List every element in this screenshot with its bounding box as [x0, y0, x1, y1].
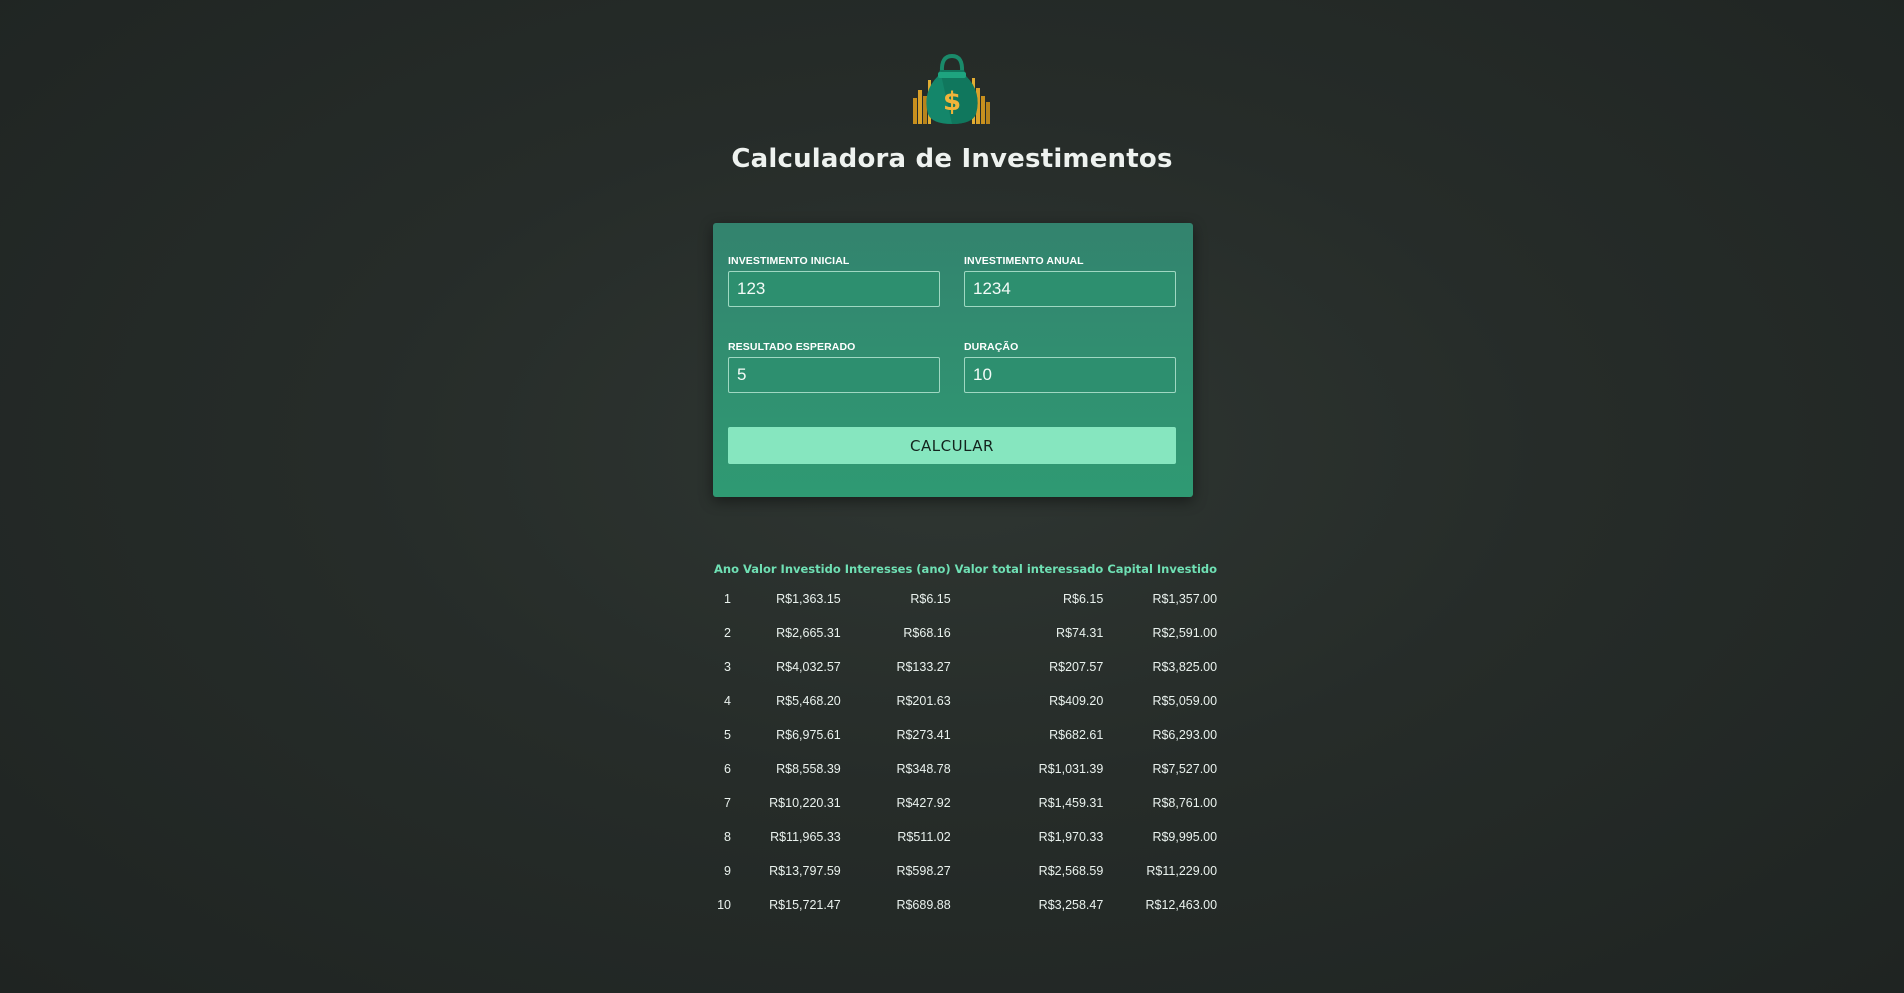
- cell-total-interest: R$682.61: [1049, 728, 1104, 742]
- table-row: 9 R$13,797.59 R$598.27 R$2,568.59 R$11,229.0…: [712, 854, 1219, 888]
- cell-invested-value: R$5,468.20: [776, 694, 841, 708]
- table-row: 3 R$4,032.57 R$133.27 R$207.57 R$3,825.00: [712, 650, 1219, 684]
- table-row: 6 R$8,558.39 R$348.78 R$1,031.39 R$7,527.00: [712, 752, 1219, 786]
- initial-investment-label: INVESTIMENTO INICIAL: [728, 255, 850, 267]
- duration-field: DURAÇÃO: [964, 341, 1176, 393]
- page-title: Calculadora de Investimentos: [731, 144, 1173, 174]
- cell-annual-interest: R$598.27: [896, 864, 951, 878]
- cell-year: 7: [724, 796, 731, 810]
- cell-total-interest: R$207.57: [1049, 660, 1104, 674]
- cell-invested-value: R$10,220.31: [769, 796, 841, 810]
- cell-invested-capital: R$11,229.00: [1146, 864, 1218, 878]
- header-year: Ano: [714, 562, 739, 576]
- cell-invested-capital: R$2,591.00: [1152, 626, 1218, 640]
- expected-result-field: RESULTADO ESPERADO: [728, 341, 940, 393]
- cell-annual-interest: R$511.02: [897, 830, 951, 844]
- cell-invested-capital: R$8,761.00: [1152, 796, 1218, 810]
- expected-result-input[interactable]: [728, 357, 940, 393]
- cell-invested-capital: R$12,463.00: [1145, 898, 1218, 912]
- cell-total-interest: R$409.20: [1049, 694, 1104, 708]
- initial-investment-field: INVESTIMENTO INICIAL: [728, 255, 940, 307]
- investment-form: INVESTIMENTO INICIAL INVESTIMENTO ANUAL …: [713, 223, 1193, 497]
- cell-year: 8: [724, 830, 731, 844]
- cell-annual-interest: R$689.88: [896, 898, 951, 912]
- cell-total-interest: R$2,568.59: [1038, 864, 1104, 878]
- cell-invested-value: R$8,558.39: [776, 762, 841, 776]
- cell-annual-interest: R$273.41: [896, 728, 951, 742]
- cell-year: 3: [724, 660, 731, 674]
- duration-input[interactable]: [964, 357, 1176, 393]
- results-table: Ano Valor Investido Interesses (ano) Val…: [712, 556, 1219, 922]
- cell-total-interest: R$6.15: [1063, 592, 1104, 606]
- cell-year: 6: [724, 762, 731, 776]
- header-invested-value: Valor Investido: [743, 562, 841, 576]
- cell-invested-value: R$2,665.31: [776, 626, 841, 640]
- table-row: 4 R$5,468.20 R$201.63 R$409.20 R$5,059.00: [712, 684, 1219, 718]
- annual-investment-label: INVESTIMENTO ANUAL: [964, 255, 1084, 267]
- table-row: 8 R$11,965.33 R$511.02 R$1,970.33 R$9,995.00: [712, 820, 1219, 854]
- cell-annual-interest: R$427.92: [896, 796, 951, 810]
- cell-total-interest: R$1,031.39: [1038, 762, 1104, 776]
- cell-annual-interest: R$68.16: [903, 626, 951, 640]
- cell-invested-value: R$1,363.15: [776, 592, 841, 606]
- header-annual-interest: Interesses (ano): [844, 562, 951, 576]
- cell-total-interest: R$1,970.33: [1038, 830, 1104, 844]
- cell-year: 2: [724, 626, 731, 640]
- duration-label: DURAÇÃO: [964, 341, 1019, 353]
- cell-invested-value: R$15,721.47: [769, 898, 841, 912]
- cell-year: 1: [724, 592, 731, 606]
- cell-invested-value: R$13,797.59: [769, 864, 841, 878]
- header-invested-capital: Capital Investido: [1107, 562, 1218, 576]
- cell-year: 5: [724, 728, 731, 742]
- annual-investment-field: INVESTIMENTO ANUAL: [964, 255, 1176, 307]
- expected-result-label: RESULTADO ESPERADO: [728, 341, 856, 353]
- cell-invested-capital: R$6,293.00: [1152, 728, 1218, 742]
- header-total-interest: Valor total interessado: [954, 562, 1104, 576]
- cell-invested-capital: R$9,995.00: [1152, 830, 1218, 844]
- svg-text:$: $: [943, 87, 961, 117]
- cell-invested-value: R$4,032.57: [776, 660, 841, 674]
- calculate-button[interactable]: CALCULAR: [728, 427, 1176, 464]
- cell-annual-interest: R$6.15: [910, 592, 951, 606]
- cell-total-interest: R$3,258.47: [1038, 898, 1104, 912]
- cell-invested-value: R$6,975.61: [776, 728, 841, 742]
- money-bag-dollar-icon: $: [910, 52, 994, 126]
- cell-year: 9: [724, 864, 731, 878]
- cell-year: 4: [724, 694, 731, 708]
- initial-investment-input[interactable]: [728, 271, 940, 307]
- cell-invested-capital: R$7,527.00: [1152, 762, 1218, 776]
- table-row: 1 R$1,363.15 R$6.15 R$6.15 R$1,357.00: [712, 582, 1219, 616]
- table-row: 10 R$15,721.47 R$689.88 R$3,258.47 R$12,463.…: [712, 888, 1219, 922]
- cell-invested-capital: R$1,357.00: [1152, 592, 1218, 606]
- table-row: 7 R$10,220.31 R$427.92 R$1,459.31 R$8,761.00: [712, 786, 1219, 820]
- cell-invested-capital: R$3,825.00: [1152, 660, 1218, 674]
- cell-annual-interest: R$201.63: [896, 694, 951, 708]
- table-row: 5 R$6,975.61 R$273.41 R$682.61 R$6,293.00: [712, 718, 1219, 752]
- table-row: 2 R$2,665.31 R$68.16 R$74.31 R$2,591.00: [712, 616, 1219, 650]
- cell-annual-interest: R$348.78: [896, 762, 951, 776]
- table-body: 1 R$1,363.15 R$6.15 R$6.15 R$1,357.00 2 R$2,66…: [712, 582, 1219, 922]
- cell-invested-capital: R$5,059.00: [1152, 694, 1218, 708]
- cell-annual-interest: R$133.27: [896, 660, 951, 674]
- cell-invested-value: R$11,965.33: [770, 830, 841, 844]
- cell-total-interest: R$74.31: [1056, 626, 1104, 640]
- cell-year: 10: [717, 898, 731, 912]
- cell-total-interest: R$1,459.31: [1038, 796, 1104, 810]
- annual-investment-input[interactable]: [964, 271, 1176, 307]
- table-header-row: Ano Valor Investido Interesses (ano) Val…: [712, 556, 1219, 582]
